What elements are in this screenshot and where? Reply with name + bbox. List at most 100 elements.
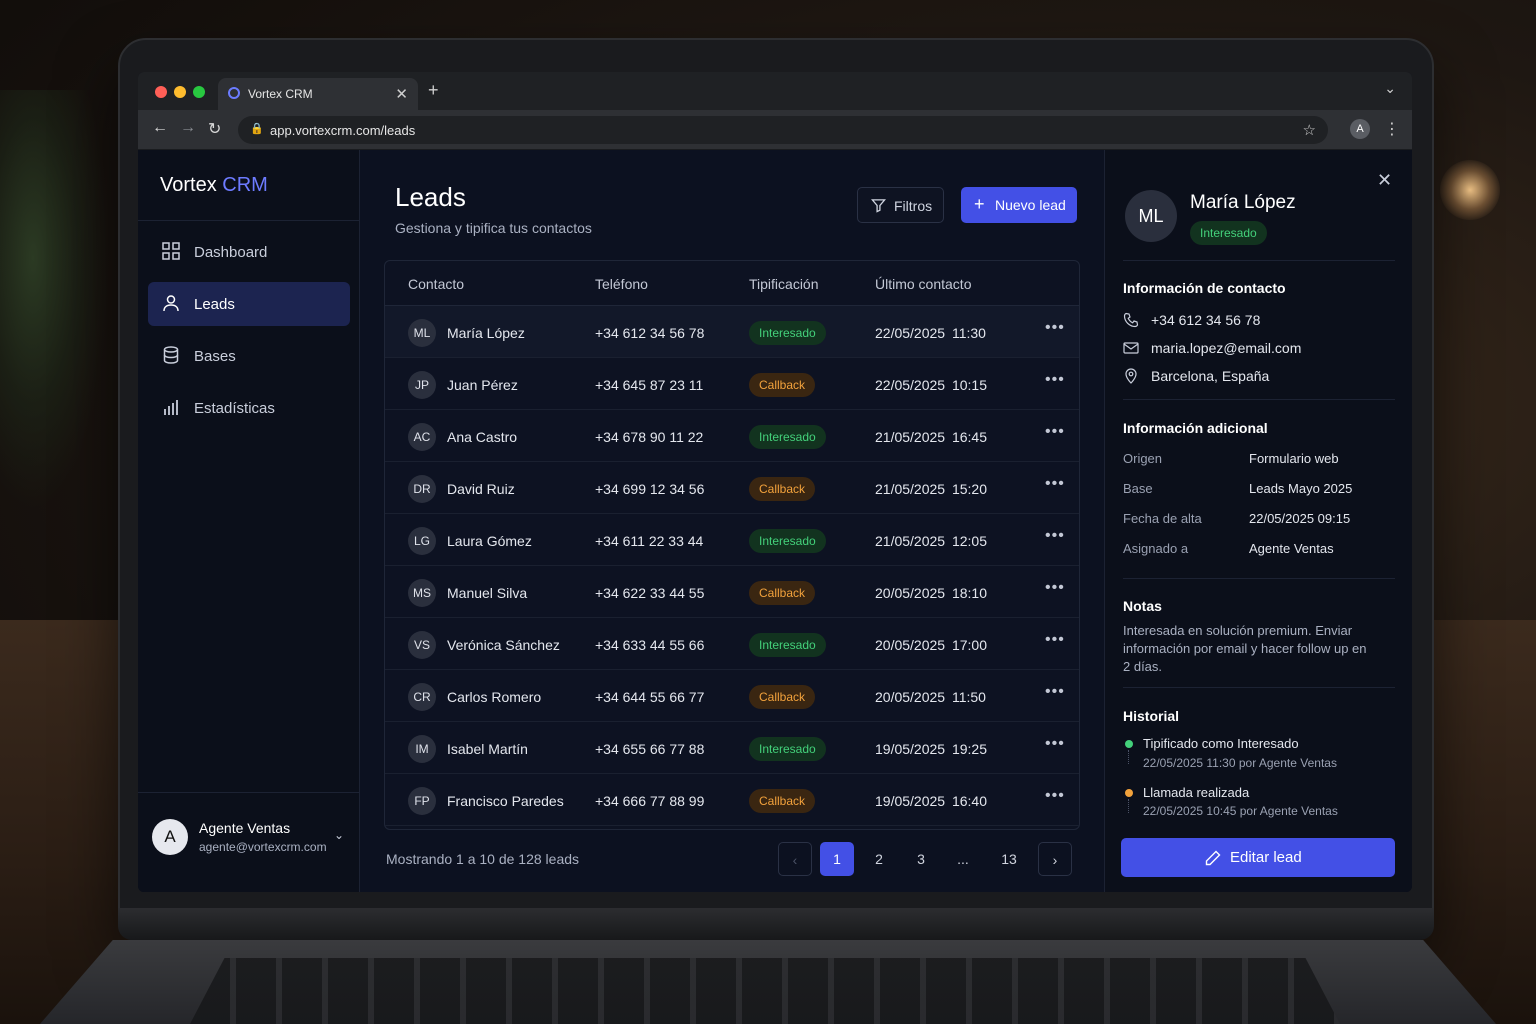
field-value-origen: Formulario web (1249, 451, 1339, 466)
brand-accent: CRM (222, 174, 268, 196)
column-header-tipificacion[interactable]: Tipificación (749, 276, 819, 292)
contact-name[interactable]: Verónica Sánchez (447, 637, 560, 653)
table-row[interactable]: IM Isabel Martín +34 655 66 77 88 Interesad… (385, 722, 1079, 774)
table-row[interactable]: CR Carlos Romero +34 644 55 66 77 Callback 2… (385, 670, 1079, 722)
browser-tab[interactable]: Vortex CRM ✕ (218, 78, 418, 110)
status-badge: Interesado (749, 633, 826, 657)
more-actions-icon[interactable]: ••• (1045, 475, 1065, 493)
contact-name[interactable]: Laura Gómez (447, 533, 532, 549)
contact-phone: +34 611 22 33 44 (595, 533, 704, 549)
column-header-contacto[interactable]: Contacto (408, 276, 464, 292)
page-button-13[interactable]: 13 (992, 842, 1026, 876)
contact-name[interactable]: Manuel Silva (447, 585, 527, 601)
table-row[interactable]: LG Laura Gómez +34 611 22 33 44 Interesado 2… (385, 514, 1079, 566)
table-row[interactable]: VS Verónica Sánchez +34 633 44 55 66 Intere… (385, 618, 1079, 670)
window-maximize-dot[interactable] (193, 86, 205, 98)
reload-icon[interactable]: ↻ (208, 119, 221, 139)
lock-icon: 🔒 (250, 123, 264, 135)
profile-avatar[interactable]: A (1350, 119, 1370, 139)
user-icon (163, 295, 179, 312)
table-row[interactable]: ML María López +34 612 34 56 78 Interesado 2… (385, 306, 1079, 358)
table-row[interactable]: FP Francisco Paredes +34 666 77 88 99 Callb… (385, 774, 1079, 826)
more-actions-icon[interactable]: ••• (1045, 319, 1065, 337)
sidebar-item-bases[interactable]: Bases (148, 334, 350, 378)
tab-close-icon[interactable]: ✕ (395, 85, 408, 103)
more-actions-icon[interactable]: ••• (1045, 787, 1065, 805)
page-button-2[interactable]: 2 (862, 842, 896, 876)
filters-button[interactable]: Filtros (857, 187, 944, 223)
table-header: Contacto Teléfono Tipificación Último co… (385, 261, 1079, 306)
history-title: Llamada realizada (1143, 785, 1250, 800)
more-actions-icon[interactable]: ••• (1045, 631, 1065, 649)
field-label-base: Base (1123, 481, 1153, 496)
contact-name[interactable]: María López (447, 325, 525, 341)
crm-app: Vortex CRM Dashboard Leads Bases Estadís… (138, 150, 1412, 892)
contact-phone: +34 644 55 66 77 (595, 689, 705, 705)
sidebar-divider (138, 220, 360, 221)
contact-name[interactable]: Juan Pérez (447, 377, 518, 393)
new-tab-icon[interactable]: + (428, 80, 439, 101)
back-arrow-icon[interactable]: ← (152, 119, 168, 137)
sidebar-item-estadisticas[interactable]: Estadísticas (148, 386, 350, 430)
close-icon[interactable]: ✕ (1377, 170, 1392, 191)
leads-table: Contacto Teléfono Tipificación Último co… (384, 260, 1080, 830)
sidebar-item-label: Dashboard (194, 244, 268, 261)
contact-name[interactable]: Isabel Martín (447, 741, 528, 757)
new-lead-button[interactable]: + Nuevo lead (961, 187, 1077, 223)
column-header-ultimo-contacto[interactable]: Último contacto (875, 276, 971, 292)
contact-name[interactable]: Carlos Romero (447, 689, 541, 705)
tab-list-chevron-icon[interactable]: ⌄ (1384, 80, 1396, 97)
next-page-button[interactable]: › (1038, 842, 1072, 876)
edit-lead-button[interactable]: Editar lead (1121, 838, 1395, 877)
column-header-telefono[interactable]: Teléfono (595, 276, 648, 292)
contact-name[interactable]: Ana Castro (447, 429, 517, 445)
table-row[interactable]: AC Ana Castro +34 678 90 11 22 Interesado 21… (385, 410, 1079, 462)
more-actions-icon[interactable]: ••• (1045, 683, 1065, 701)
notes-heading: Notas (1123, 598, 1162, 614)
user-menu[interactable]: A Agente Ventas agente@vortexcrm.com ⌄ (138, 792, 360, 892)
sidebar-item-label: Estadísticas (194, 400, 275, 417)
history-dot-green (1125, 740, 1133, 748)
status-badge: Callback (749, 477, 816, 501)
brand-name: Vortex (160, 174, 217, 196)
page-subtitle: Gestiona y tipifica tus contactos (395, 220, 592, 236)
last-contact-date: 21/05/2025 12:05 (875, 533, 987, 549)
contact-name[interactable]: Francisco Paredes (447, 793, 564, 809)
user-name: Agente Ventas (199, 820, 291, 836)
window-minimize-dot[interactable] (174, 86, 186, 98)
table-row[interactable]: DR David Ruiz +34 699 12 34 56 Callback 21/0… (385, 462, 1079, 514)
page-title: Leads (395, 182, 466, 212)
address-bar[interactable]: 🔒 app.vortexcrm.com/leads ☆ (238, 116, 1328, 144)
history-connector (1128, 799, 1129, 813)
page-button-1[interactable]: 1 (820, 842, 854, 876)
more-actions-icon[interactable]: ••• (1045, 527, 1065, 545)
sidebar-item-leads[interactable]: Leads (148, 282, 350, 326)
window-close-dot[interactable] (155, 86, 167, 98)
avatar: CR (408, 683, 436, 711)
more-actions-icon[interactable]: ••• (1045, 735, 1065, 753)
history-meta: 22/05/2025 11:30 por Agente Ventas (1143, 756, 1337, 770)
background-plant (0, 90, 110, 510)
contact-phone: +34 612 34 56 78 (1151, 312, 1261, 328)
browser-toolbar: ← → ↻ 🔒 app.vortexcrm.com/leads ☆ A ⋮ (138, 110, 1412, 150)
sidebar-item-label: Bases (194, 348, 236, 365)
table-row[interactable]: JP Juan Pérez +34 645 87 23 11 Callback 22/0… (385, 358, 1079, 410)
brand-logo[interactable]: Vortex CRM (160, 174, 268, 197)
table-row[interactable]: MS Manuel Silva +34 622 33 44 55 Callback 20… (385, 566, 1079, 618)
browser-menu-icon[interactable]: ⋮ (1384, 119, 1400, 139)
more-actions-icon[interactable]: ••• (1045, 371, 1065, 389)
last-contact-date: 19/05/2025 16:40 (875, 793, 987, 809)
forward-arrow-icon[interactable]: → (180, 119, 196, 137)
contact-name[interactable]: David Ruiz (447, 481, 515, 497)
prev-page-button[interactable]: ‹ (778, 842, 812, 876)
page-button-3[interactable]: 3 (904, 842, 938, 876)
status-badge: Callback (749, 581, 816, 605)
sidebar-item-dashboard[interactable]: Dashboard (148, 230, 350, 274)
avatar: A (152, 819, 188, 855)
more-actions-icon[interactable]: ••• (1045, 579, 1065, 597)
bookmark-star-icon[interactable]: ☆ (1303, 121, 1316, 139)
chevron-down-icon[interactable]: ⌄ (334, 828, 344, 842)
history-connector (1128, 750, 1129, 764)
more-actions-icon[interactable]: ••• (1045, 423, 1065, 441)
status-badge: Callback (749, 373, 816, 397)
